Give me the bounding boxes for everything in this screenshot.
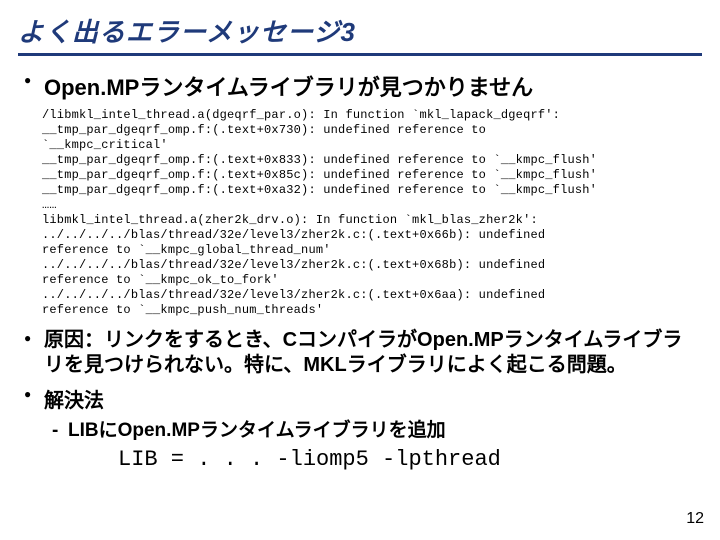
bullet-error-heading: Open.MPランタイムライブラリが見つかりません bbox=[22, 70, 702, 102]
error-output-code: /libmkl_intel_thread.a(dgeqrf_par.o): In… bbox=[42, 108, 702, 318]
bullet-cause: 原因：リンクをするとき、CコンパイラがOpen.MPランタイムライブラリを見つけ… bbox=[22, 328, 702, 378]
bullet-list: Open.MPランタイムライブラリが見つかりません bbox=[18, 70, 702, 102]
bullet-list-2: 原因：リンクをするとき、CコンパイラがOpen.MPランタイムライブラリを見つけ… bbox=[18, 328, 702, 413]
solution-text: LIBにOpen.MPランタイムライブラリを追加 bbox=[68, 420, 446, 441]
page-number: 12 bbox=[686, 510, 704, 528]
bullet-solution: 解決法 bbox=[22, 384, 702, 413]
page-title: よく出るエラーメッセージ3 bbox=[18, 12, 702, 56]
solution-sublist: LIBにOpen.MPランタイムライブラリを追加 LIB = . . . -li… bbox=[18, 419, 702, 474]
solution-item: LIBにOpen.MPランタイムライブラリを追加 LIB = . . . -li… bbox=[52, 419, 702, 474]
solution-command: LIB = . . . -liomp5 -lpthread bbox=[68, 446, 702, 475]
slide-content: よく出るエラーメッセージ3 Open.MPランタイムライブラリが見つかりません … bbox=[0, 0, 720, 474]
